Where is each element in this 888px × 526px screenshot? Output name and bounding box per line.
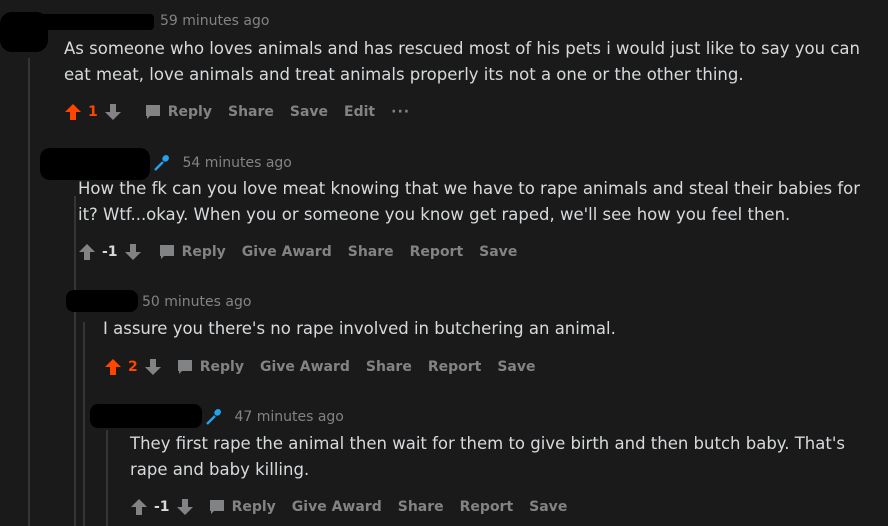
upvote-button[interactable]: [104, 358, 122, 376]
share-button[interactable]: Share: [366, 359, 412, 375]
thread-line[interactable]: [74, 196, 76, 526]
report-button[interactable]: Report: [428, 359, 482, 375]
reply-button[interactable]: Reply: [144, 103, 212, 121]
edit-button[interactable]: Edit: [344, 104, 375, 120]
comment-meta: 47 minutes ago: [204, 407, 344, 427]
reply-label: Reply: [231, 499, 276, 515]
share-button[interactable]: Share: [348, 244, 394, 260]
reply-button[interactable]: Reply: [158, 243, 226, 261]
comment-timestamp[interactable]: 59 minutes ago: [160, 13, 269, 29]
upvote-arrow-icon: [65, 104, 81, 120]
vote-score: -1: [154, 499, 170, 515]
comment-actions: 2 Reply Give Award Share Report Save: [104, 355, 552, 379]
upvote-button[interactable]: [64, 103, 82, 121]
save-button[interactable]: Save: [529, 499, 567, 515]
downvote-button[interactable]: [104, 103, 122, 121]
comment-bubble-icon: [177, 360, 192, 374]
microphone-icon: [154, 155, 169, 171]
vote-score: 2: [128, 359, 138, 375]
downvote-button[interactable]: [144, 358, 162, 376]
comment-body: They first rape the animal then wait for…: [130, 434, 845, 479]
comment-timestamp[interactable]: 54 minutes ago: [182, 155, 291, 171]
comment-meta: 54 minutes ago: [152, 153, 292, 173]
comment-bubble-icon: [159, 245, 174, 259]
upvote-arrow-icon: [105, 359, 121, 375]
downvote-button[interactable]: [124, 243, 142, 261]
reply-label: Reply: [181, 244, 226, 260]
comment-body: I assure you there's no rape involved in…: [103, 319, 616, 338]
redacted-username: [40, 14, 154, 30]
share-button[interactable]: Share: [398, 499, 444, 515]
give-award-button[interactable]: Give Award: [260, 359, 350, 375]
report-button[interactable]: Report: [460, 499, 514, 515]
redacted-avatar-username: [66, 290, 138, 312]
downvote-arrow-icon: [144, 359, 161, 375]
more-options-button[interactable]: ···: [391, 104, 410, 120]
downvote-arrow-icon: [104, 104, 121, 120]
upvote-button[interactable]: [78, 243, 96, 261]
comment-timestamp[interactable]: 47 minutes ago: [234, 409, 343, 425]
downvote-arrow-icon: [124, 244, 141, 260]
reply-label: Reply: [199, 359, 244, 375]
save-button[interactable]: Save: [497, 359, 535, 375]
downvote-button[interactable]: [176, 498, 194, 516]
redacted-avatar-username: [90, 404, 202, 428]
vote-score: 1: [88, 104, 98, 120]
report-button[interactable]: Report: [410, 244, 464, 260]
vote-score: -1: [102, 244, 118, 260]
thread-line[interactable]: [28, 58, 30, 526]
comment-actions: 1 Reply Share Save Edit ···: [64, 100, 426, 124]
save-button[interactable]: Save: [290, 104, 328, 120]
upvote-arrow-icon: [79, 244, 95, 260]
give-award-button[interactable]: Give Award: [242, 244, 332, 260]
comment-timestamp[interactable]: 50 minutes ago: [142, 294, 251, 310]
comment-bubble-icon: [209, 500, 224, 514]
give-award-button[interactable]: Give Award: [292, 499, 382, 515]
thread-line[interactable]: [83, 322, 85, 526]
microphone-icon: [206, 409, 221, 425]
upvote-button[interactable]: [130, 498, 148, 516]
comment-body: How the fk can you love meat knowing tha…: [78, 179, 861, 224]
downvote-arrow-icon: [176, 499, 193, 515]
reply-label: Reply: [167, 104, 212, 120]
comment-bubble-icon: [145, 105, 160, 119]
comment-actions: -1 Reply Give Award Share Report Save: [130, 495, 583, 519]
upvote-arrow-icon: [131, 499, 147, 515]
reply-button[interactable]: Reply: [208, 498, 276, 516]
comment-body: As someone who loves animals and has res…: [64, 39, 860, 84]
save-button[interactable]: Save: [479, 244, 517, 260]
reply-button[interactable]: Reply: [176, 358, 244, 376]
share-button[interactable]: Share: [228, 104, 274, 120]
thread-line[interactable]: [106, 430, 108, 526]
comment-actions: -1 Reply Give Award Share Report Save: [78, 240, 533, 264]
